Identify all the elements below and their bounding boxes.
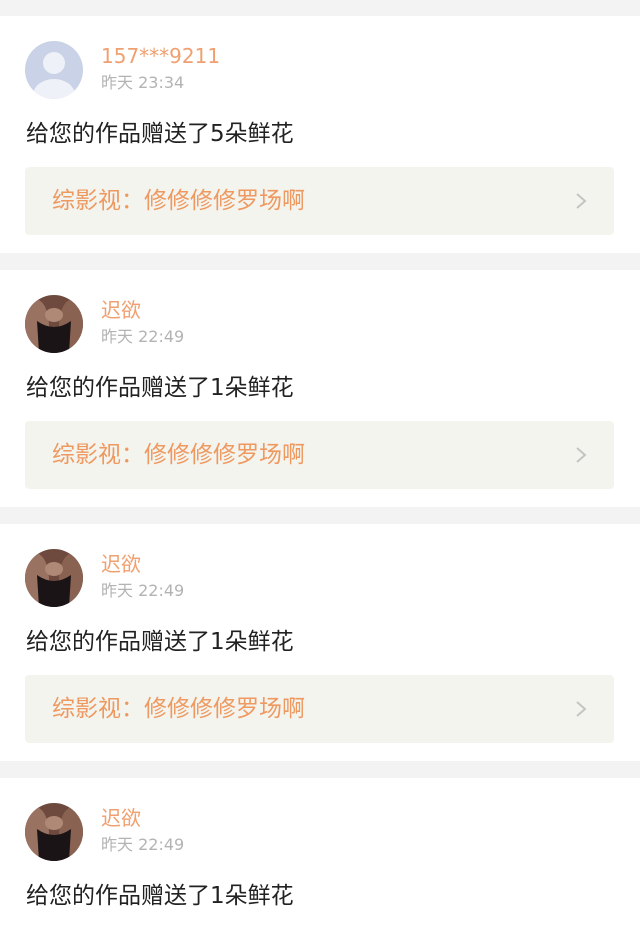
gift-message: 给您的作品赠送了1朵鲜花: [26, 375, 294, 401]
chevron-right-icon: [574, 699, 588, 719]
notification-feed: 157***9211 昨天 23:34 给您的作品赠送了5朵鲜花 综影视：修修修…: [0, 0, 640, 925]
user-photo-avatar-icon[interactable]: [25, 295, 83, 353]
chevron-right-icon: [574, 445, 588, 465]
gift-message: 给您的作品赠送了1朵鲜花: [26, 883, 294, 909]
username[interactable]: 迟欲: [101, 552, 141, 576]
timestamp: 昨天 22:49: [101, 327, 185, 346]
notification-card: 157***9211 昨天 23:34 给您的作品赠送了5朵鲜花 综影视：修修修…: [0, 16, 640, 253]
default-avatar-icon[interactable]: [25, 41, 83, 99]
work-title: 综影视：修修修修罗场啊: [52, 696, 305, 722]
work-link[interactable]: 综影视：修修修修罗场啊: [25, 167, 614, 235]
gift-message: 给您的作品赠送了5朵鲜花: [26, 121, 294, 147]
work-link[interactable]: 综影视：修修修修罗场啊: [25, 675, 614, 743]
work-title: 综影视：修修修修罗场啊: [52, 188, 305, 214]
gift-message: 给您的作品赠送了1朵鲜花: [26, 629, 294, 655]
notification-card: 迟欲 昨天 22:49 给您的作品赠送了1朵鲜花: [0, 778, 640, 925]
timestamp: 昨天 23:34: [101, 73, 185, 92]
timestamp: 昨天 22:49: [101, 581, 185, 600]
timestamp: 昨天 22:49: [101, 835, 185, 854]
notification-card: 迟欲 昨天 22:49 给您的作品赠送了1朵鲜花 综影视：修修修修罗场啊: [0, 270, 640, 507]
notification-card: 迟欲 昨天 22:49 给您的作品赠送了1朵鲜花 综影视：修修修修罗场啊: [0, 524, 640, 761]
work-title: 综影视：修修修修罗场啊: [52, 442, 305, 468]
work-link[interactable]: 综影视：修修修修罗场啊: [25, 421, 614, 489]
username[interactable]: 157***9211: [101, 44, 220, 68]
username[interactable]: 迟欲: [101, 298, 141, 322]
user-photo-avatar-icon[interactable]: [25, 549, 83, 607]
username[interactable]: 迟欲: [101, 806, 141, 830]
user-photo-avatar-icon[interactable]: [25, 803, 83, 861]
chevron-right-icon: [574, 191, 588, 211]
